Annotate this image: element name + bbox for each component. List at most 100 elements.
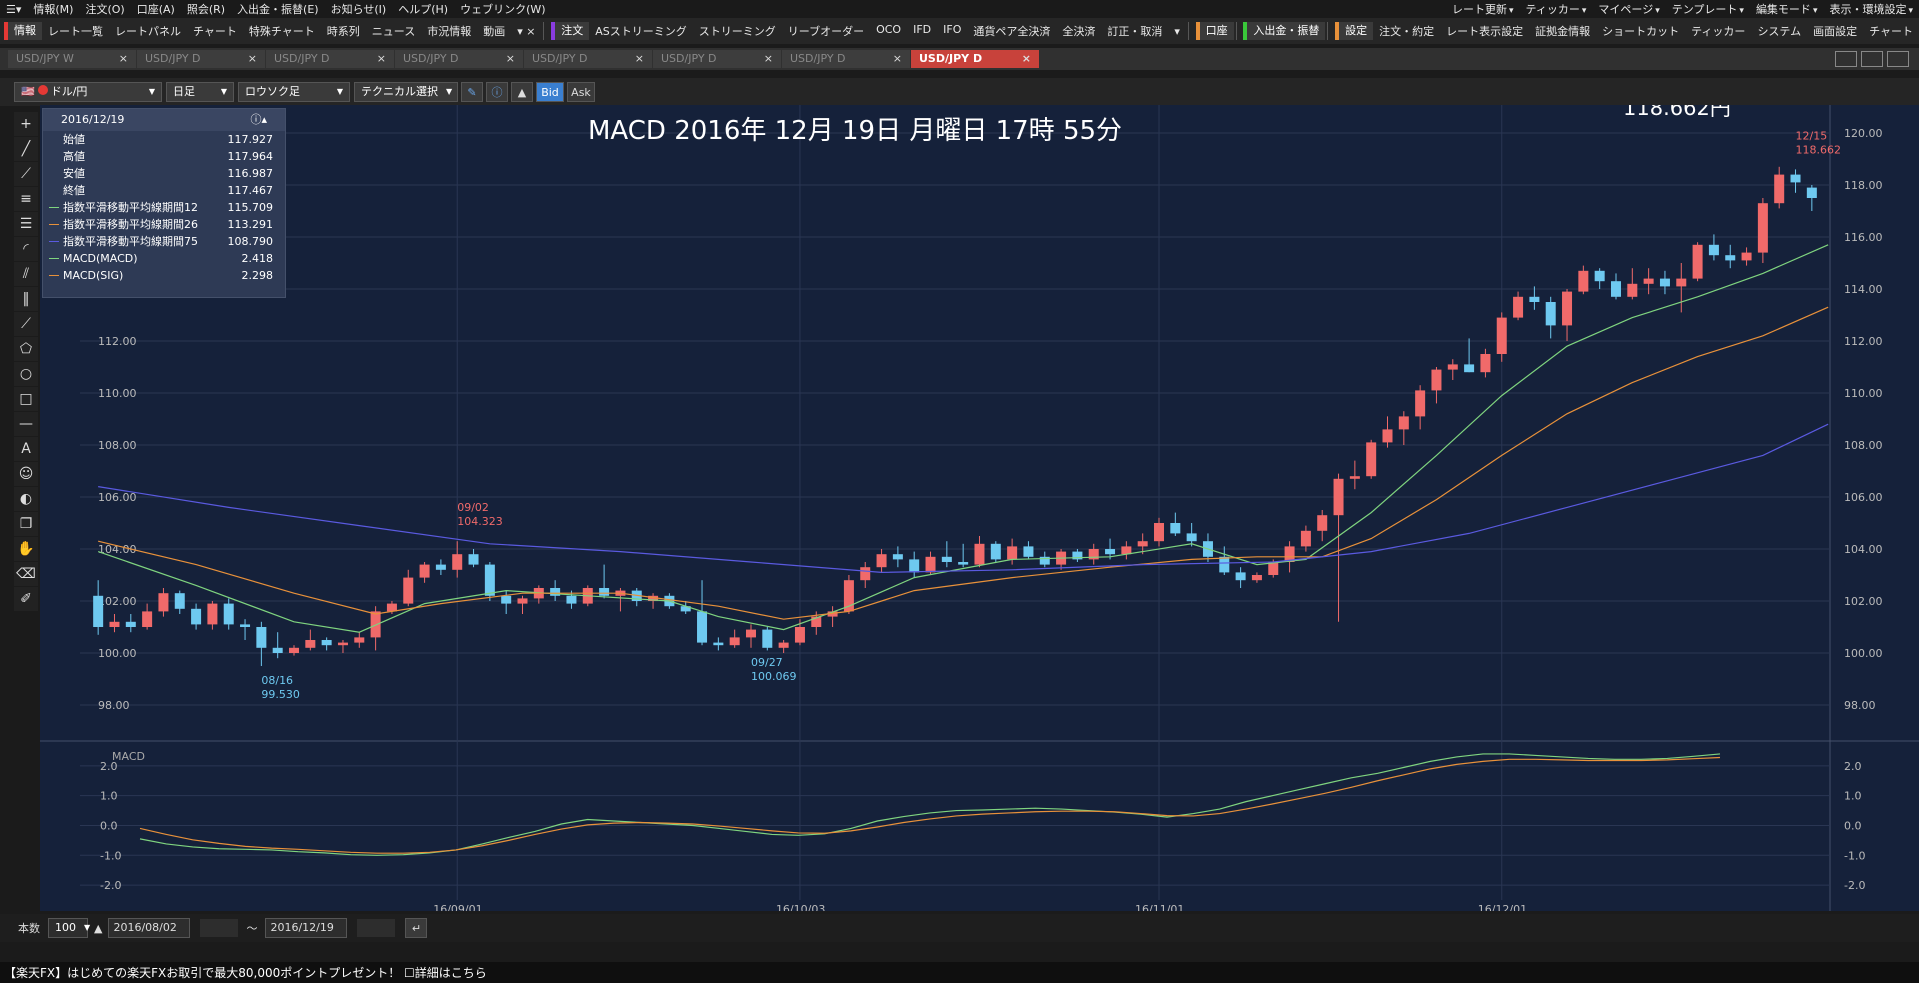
toolbar-info-item[interactable]: 特殊チャート: [243, 23, 321, 39]
to-date-input[interactable]: 2016/12/19: [265, 918, 348, 938]
toolbar-order-item[interactable]: リーブオーダー: [782, 23, 870, 39]
toolbar-info-item[interactable]: レート一覧: [42, 23, 109, 39]
chart-tab[interactable]: USD/JPY W ×: [8, 50, 136, 68]
chart-type-select[interactable]: ロウソク足: [238, 82, 350, 102]
toolbar-settings-item[interactable]: ショートカット: [1596, 23, 1685, 39]
chart-tab[interactable]: USD/JPY D ×: [395, 50, 523, 68]
eraser-icon[interactable]: ⌫: [14, 562, 38, 586]
channel-icon[interactable]: ⫽: [14, 262, 38, 286]
chart-tab[interactable]: USD/JPY D ×: [653, 50, 781, 68]
vertical-lines-icon[interactable]: ‖: [14, 287, 38, 311]
toolbar-info-item[interactable]: 市況情報: [421, 23, 477, 39]
count-up-icon[interactable]: ▲: [94, 922, 102, 935]
smiley-icon[interactable]: ☺: [14, 462, 38, 486]
price-chart[interactable]: 120.00120.00118.00118.00116.00116.00114.…: [40, 105, 1919, 911]
trendline-icon[interactable]: ╱: [14, 137, 38, 161]
deposit-group-tag[interactable]: 入出金・振替: [1243, 22, 1326, 40]
chart-tab[interactable]: USD/JPY D ×: [524, 50, 652, 68]
text-icon[interactable]: A: [14, 437, 38, 461]
hand-icon[interactable]: ✋: [14, 537, 38, 561]
to-time-input[interactable]: [357, 919, 396, 937]
close-window-icon[interactable]: [1887, 51, 1909, 67]
toolbar-info-item[interactable]: レートパネル: [109, 23, 187, 39]
toolbar-order-item[interactable]: OCO: [870, 23, 907, 39]
menu-item[interactable]: お知らせ(I): [325, 1, 393, 17]
period-select[interactable]: 日足: [166, 82, 234, 102]
ray-line-icon[interactable]: ⟋: [14, 162, 38, 186]
toolbar-info-item[interactable]: 動画: [477, 23, 511, 39]
toolbar-order-item[interactable]: 全決済: [1056, 23, 1101, 39]
menu-item[interactable]: 情報(M): [27, 1, 79, 17]
reload-icon[interactable]: ↵: [405, 918, 428, 938]
chart-tab[interactable]: USD/JPY D ×: [782, 50, 910, 68]
chart-tab[interactable]: USD/JPY D ×: [266, 50, 394, 68]
eraser-all-icon[interactable]: ✐: [14, 587, 38, 611]
tab-close-icon[interactable]: ×: [764, 50, 773, 68]
app-menu-icon[interactable]: ☰▾: [0, 3, 27, 16]
fibonacci-icon[interactable]: ☰: [14, 212, 38, 236]
menu-item[interactable]: ヘルプ(H): [392, 1, 454, 17]
tab-close-icon[interactable]: ×: [119, 50, 128, 68]
crosshair-icon[interactable]: +: [14, 112, 38, 136]
count-select[interactable]: 100: [48, 918, 88, 938]
toolbar-order-item[interactable]: ストリーミング: [693, 23, 782, 39]
toolbar-info-item[interactable]: ニュース: [366, 23, 421, 39]
bid-button[interactable]: Bid: [536, 82, 564, 102]
menu-right-item[interactable]: 表示・環境設定: [1823, 1, 1919, 17]
toolbar-order-item[interactable]: 訂正・取消: [1101, 23, 1168, 39]
toolbar-settings-item[interactable]: チャート: [1863, 23, 1919, 39]
chart-tab[interactable]: USD/JPY D ×: [911, 50, 1039, 68]
ticker-text[interactable]: 【楽天FX】はじめての楽天FXお取引で最大80,000ポイントプレゼント！ ☐詳…: [4, 964, 487, 981]
toolbar-order-item[interactable]: ASストリーミング: [589, 23, 693, 39]
from-time-input[interactable]: [200, 919, 239, 937]
toolbar-settings-item[interactable]: システム: [1751, 23, 1807, 39]
toolbar-order-item[interactable]: IFO: [937, 23, 967, 39]
chart-tab[interactable]: USD/JPY D ×: [137, 50, 265, 68]
area-chart-icon[interactable]: ▲: [511, 82, 533, 102]
toolbar-more-dropdown[interactable]: ▾ ×: [511, 25, 541, 38]
toolbar-settings-item[interactable]: ティッカー: [1685, 23, 1751, 39]
tab-close-icon[interactable]: ×: [1022, 50, 1031, 68]
menu-right-item[interactable]: 編集モード: [1750, 1, 1824, 17]
pitchfork-icon[interactable]: ⟋: [14, 312, 38, 336]
toolbar-order-item[interactable]: IFD: [907, 23, 937, 39]
from-date-input[interactable]: 2016/08/02: [108, 918, 191, 938]
toolbar-order-item[interactable]: 通貨ペア全決済: [967, 23, 1056, 39]
copy-icon[interactable]: ❐: [14, 512, 38, 536]
ask-button[interactable]: Ask: [567, 82, 595, 102]
info-icon[interactable]: ⓘ: [486, 82, 508, 102]
toolbar-info-item[interactable]: 時系列: [321, 23, 366, 39]
menu-item[interactable]: 照会(R): [181, 1, 231, 17]
currency-pair-select[interactable]: 🇺🇸 ドル/円: [14, 82, 162, 102]
technical-select[interactable]: テクニカル選択: [354, 82, 458, 102]
tab-close-icon[interactable]: ×: [506, 50, 515, 68]
menu-right-item[interactable]: ティッカー: [1520, 1, 1593, 17]
menu-item[interactable]: 入出金・振替(E): [231, 1, 325, 17]
tab-close-icon[interactable]: ×: [635, 50, 644, 68]
magnet-icon[interactable]: ◐: [14, 487, 38, 511]
circle-icon[interactable]: ○: [14, 362, 38, 386]
menu-item[interactable]: 口座(A): [131, 1, 181, 17]
pen-icon[interactable]: ✎: [461, 82, 483, 102]
toolbar-settings-item[interactable]: 証拠金情報: [1529, 23, 1596, 39]
menu-item[interactable]: 注文(O): [79, 1, 130, 17]
toolbar-settings-item[interactable]: 画面設定: [1807, 23, 1863, 39]
info-collapse-icon[interactable]: ⓘ▴: [250, 109, 267, 131]
horizontal-lines-icon[interactable]: ≡: [14, 187, 38, 211]
toolbar-info-item[interactable]: チャート: [187, 23, 243, 39]
menu-right-item[interactable]: レート更新: [1446, 1, 1520, 17]
menu-right-item[interactable]: テンプレート: [1666, 1, 1750, 17]
menu-right-item[interactable]: マイページ: [1592, 1, 1665, 17]
fan-icon[interactable]: ◜: [14, 237, 38, 261]
maximize-icon[interactable]: [1835, 51, 1857, 67]
toolbar-settings-item[interactable]: レート表示設定: [1440, 23, 1529, 39]
news-ticker[interactable]: 【楽天FX】はじめての楽天FXお取引で最大80,000ポイントプレゼント！ ☐詳…: [0, 962, 1919, 983]
tab-close-icon[interactable]: ×: [377, 50, 386, 68]
rectangle-icon[interactable]: □: [14, 387, 38, 411]
menu-item[interactable]: ウェブリンク(W): [454, 1, 551, 17]
account-group-tag[interactable]: 口座: [1195, 22, 1234, 40]
tab-close-icon[interactable]: ×: [248, 50, 257, 68]
toolbar-settings-item[interactable]: 注文・約定: [1373, 23, 1440, 39]
toolbar-more-dropdown-2[interactable]: ▾: [1168, 25, 1186, 38]
pentagon-icon[interactable]: ⬠: [14, 337, 38, 361]
